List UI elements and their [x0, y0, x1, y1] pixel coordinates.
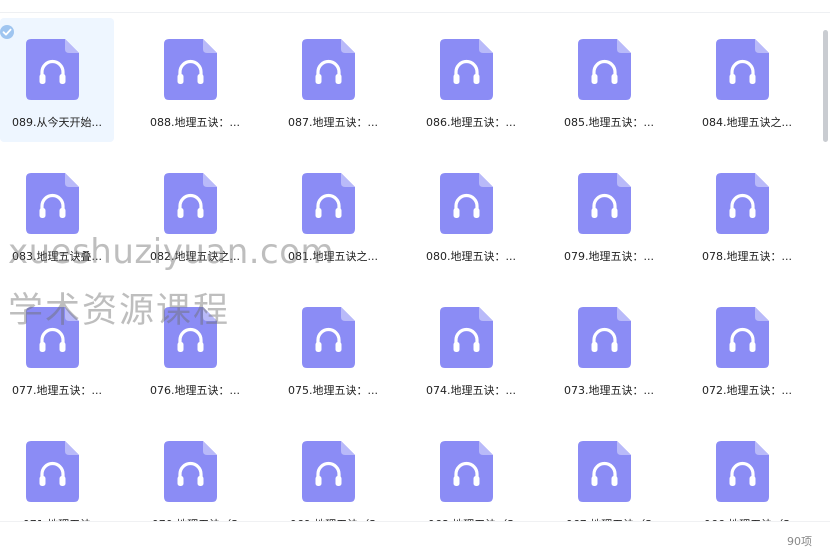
audio-file-icon	[578, 173, 631, 234]
file-item[interactable]: 083.地理五诀叠...	[0, 152, 114, 276]
file-item[interactable]: 078.地理五诀：...	[690, 152, 804, 276]
audio-file-icon	[302, 307, 355, 368]
audio-file-icon	[578, 307, 631, 368]
file-name: 077.地理五诀：...	[12, 384, 102, 397]
audio-file-icon	[26, 39, 79, 100]
audio-file-icon	[440, 173, 493, 234]
file-item[interactable]: 077.地理五诀：...	[0, 286, 114, 410]
audio-file-icon	[578, 39, 631, 100]
vertical-scrollbar[interactable]	[819, 30, 829, 520]
file-item[interactable]: 075.地理五诀：...	[276, 286, 390, 410]
file-item[interactable]: 086.地理五诀：...	[414, 18, 528, 142]
audio-file-icon	[302, 173, 355, 234]
file-item[interactable]: 070.地理五诀（3	[138, 420, 252, 521]
file-item[interactable]: 073.地理五诀：...	[552, 286, 666, 410]
file-name: 080.地理五诀：...	[426, 250, 516, 263]
file-name: 087.地理五诀：...	[288, 116, 378, 129]
file-item[interactable]: 066.地理五诀（3	[690, 420, 804, 521]
selected-check-icon[interactable]	[0, 25, 14, 39]
audio-file-icon	[164, 173, 217, 234]
file-name: 073.地理五诀：...	[564, 384, 654, 397]
file-name: 079.地理五诀：...	[564, 250, 654, 263]
file-name: 086.地理五诀：...	[426, 116, 516, 129]
file-item[interactable]: 074.地理五诀：...	[414, 286, 528, 410]
file-name: 088.地理五诀：...	[150, 116, 240, 129]
scrollbar-thumb[interactable]	[823, 30, 828, 142]
audio-file-icon	[302, 39, 355, 100]
file-item[interactable]: 079.地理五诀：...	[552, 152, 666, 276]
file-item[interactable]: 089.从今天开始...	[0, 18, 114, 142]
file-item[interactable]: 068.地理五诀（3	[414, 420, 528, 521]
audio-file-icon	[164, 39, 217, 100]
file-item[interactable]: 082.地理五诀之...	[138, 152, 252, 276]
file-item[interactable]: 087.地理五诀：...	[276, 18, 390, 142]
file-name: 072.地理五诀：...	[702, 384, 792, 397]
file-name: 074.地理五诀：...	[426, 384, 516, 397]
file-item[interactable]: 088.地理五诀：...	[138, 18, 252, 142]
item-count: 90项	[787, 535, 812, 548]
audio-file-icon	[440, 39, 493, 100]
file-item[interactable]: 071.地理五诀	[0, 420, 114, 521]
audio-file-icon	[164, 441, 217, 502]
audio-file-icon	[716, 173, 769, 234]
file-grid-viewport[interactable]: 089.从今天开始... 088.地理五诀：... 087.地理五诀：... 086.…	[0, 13, 830, 521]
status-bar: 90项	[0, 521, 830, 554]
audio-file-icon	[578, 441, 631, 502]
file-name: 082.地理五诀之...	[150, 250, 240, 263]
audio-file-icon	[716, 39, 769, 100]
audio-file-icon	[164, 307, 217, 368]
audio-file-icon	[26, 173, 79, 234]
audio-file-icon	[716, 441, 769, 502]
file-item[interactable]: 067.地理五诀（3	[552, 420, 666, 521]
audio-file-icon	[26, 441, 79, 502]
file-item[interactable]: 084.地理五诀之...	[690, 18, 804, 142]
file-item[interactable]: 081.地理五诀之...	[276, 152, 390, 276]
file-item[interactable]: 076.地理五诀：...	[138, 286, 252, 410]
file-item[interactable]: 080.地理五诀：...	[414, 152, 528, 276]
file-name: 085.地理五诀：...	[564, 116, 654, 129]
audio-file-icon	[716, 307, 769, 368]
file-name: 089.从今天开始...	[12, 116, 102, 129]
file-item[interactable]: 069.地理五诀（3	[276, 420, 390, 521]
file-name: 078.地理五诀：...	[702, 250, 792, 263]
audio-file-icon	[302, 441, 355, 502]
audio-file-icon	[440, 307, 493, 368]
file-item[interactable]: 085.地理五诀：...	[552, 18, 666, 142]
file-name: 081.地理五诀之...	[288, 250, 378, 263]
file-name: 083.地理五诀叠...	[12, 250, 102, 263]
file-name: 075.地理五诀：...	[288, 384, 378, 397]
file-name: 076.地理五诀：...	[150, 384, 240, 397]
audio-file-icon	[440, 441, 493, 502]
file-item[interactable]: 072.地理五诀：...	[690, 286, 804, 410]
file-name: 084.地理五诀之...	[702, 116, 792, 129]
audio-file-icon	[26, 307, 79, 368]
